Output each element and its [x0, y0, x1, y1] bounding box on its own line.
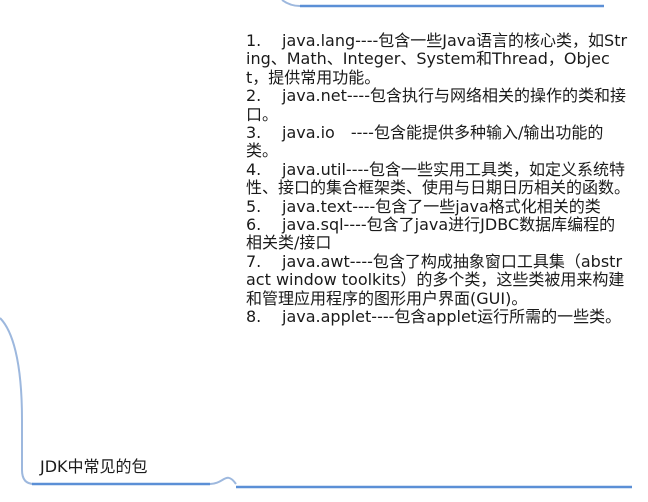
item-text: java.text----包含了一些java格式化相关的类: [282, 196, 601, 216]
note-item-java-io: 3. java.io ----包含能提供多种输入/输出功能的类。: [246, 123, 631, 161]
left-trunk-branch: [0, 317, 35, 485]
item-text: java.io ----包含能提供多种输入/输出功能的类。: [246, 123, 604, 161]
note-item-java-text: 5. java.text----包含了一些java格式化相关的类: [246, 196, 631, 216]
item-number: 7.: [246, 251, 262, 271]
item-text: java.util----包含一些实用工具类，如定义系统特性、接口的集合框架类、…: [246, 159, 631, 198]
item-number: 2.: [246, 86, 262, 106]
main-topic[interactable]: JDK中常见的包: [40, 457, 148, 477]
item-number: 6.: [246, 215, 262, 235]
item-number: 4.: [246, 159, 262, 179]
item-text: java.awt----包含了构成抽象窗口工具集（abstract window…: [246, 251, 625, 308]
note-item-java-awt: 7. java.awt----包含了构成抽象窗口工具集（abstract wind…: [246, 251, 631, 308]
item-text: java.sql----包含了java进行JDBC数据库编程的相关类/接口: [246, 215, 616, 253]
note-item-java-lang: 1. java.lang----包含一些Java语言的核心类，如String、Ma…: [246, 31, 631, 87]
note-item-java-util: 4. java.util----包含一些实用工具类，如定义系统特性、接口的集合框架…: [246, 159, 631, 198]
item-number: 3.: [246, 123, 262, 143]
note-item-java-net: 2. java.net----包含执行与网络相关的操作的类和接口。: [246, 86, 631, 124]
item-number: 1.: [246, 31, 262, 50]
item-number: 5.: [246, 196, 262, 216]
topic-to-note-connector: [209, 476, 237, 485]
item-text: java.net----包含执行与网络相关的操作的类和接口。: [246, 86, 626, 124]
note-item-java-applet: 8. java.applet----包含applet运行所需的一些类。: [246, 307, 631, 327]
top-branch-curve: [281, 0, 301, 7]
item-text: java.lang----包含一些Java语言的核心类，如String、Math…: [246, 31, 628, 87]
item-text: java.applet----包含applet运行所需的一些类。: [282, 307, 622, 327]
item-number: 8.: [246, 307, 262, 327]
note-item-java-sql: 6. java.sql----包含了java进行JDBC数据库编程的相关类/接口: [246, 215, 631, 253]
package-note-block[interactable]: 1. java.lang----包含一些Java语言的核心类，如String、Ma…: [246, 31, 631, 327]
